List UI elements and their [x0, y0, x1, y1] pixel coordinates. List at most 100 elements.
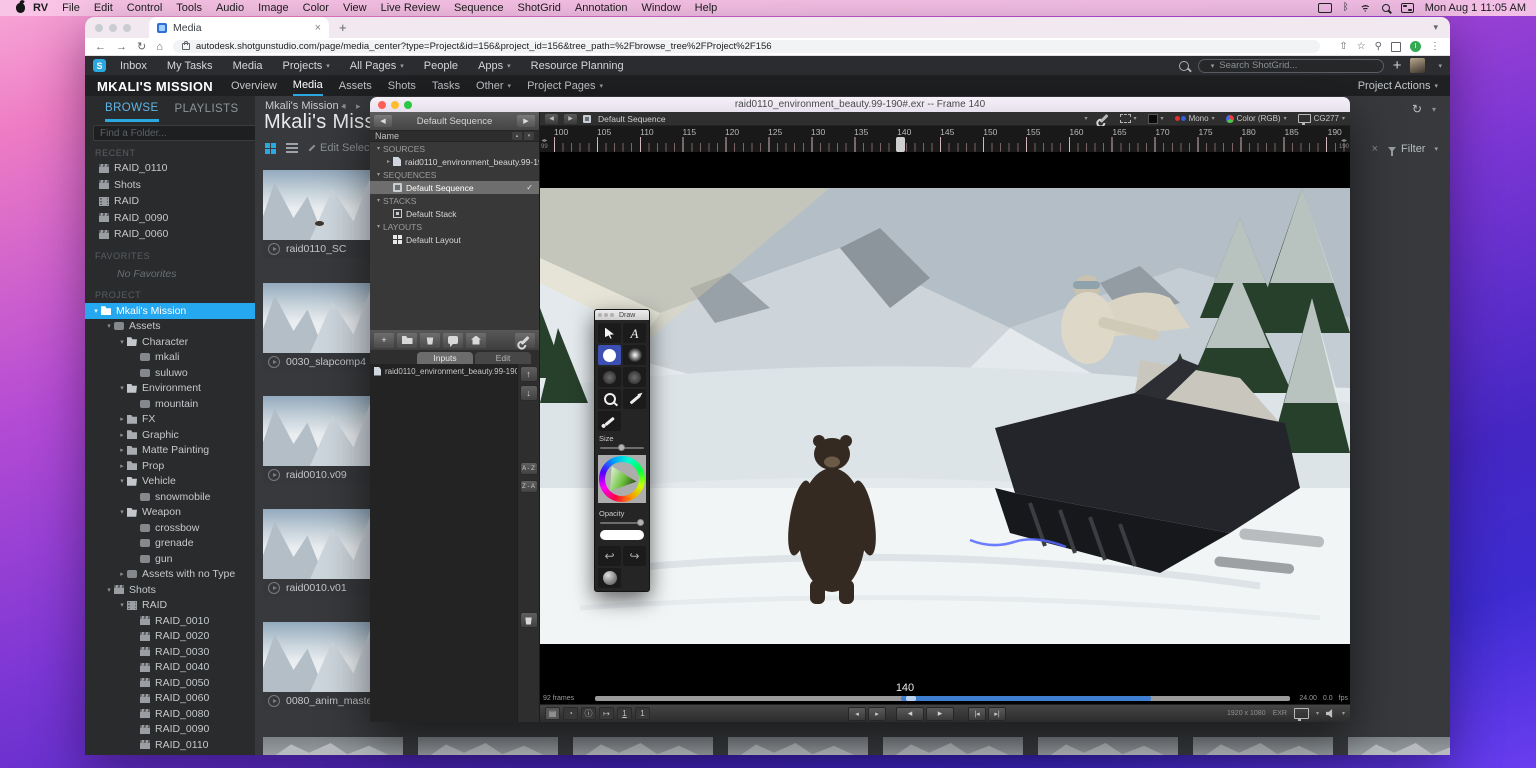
tree-item-mkali-s-mission[interactable]: ▾ Mkali's Mission: [85, 303, 255, 319]
refresh-chevron-icon[interactable]: ▾: [1432, 105, 1436, 114]
refresh-icon[interactable]: ↻: [1412, 102, 1422, 116]
tab-edit[interactable]: Edit: [475, 352, 531, 364]
move-down-button[interactable]: ↓: [519, 385, 538, 401]
tree-item-environment[interactable]: ▾ Environment: [85, 381, 255, 397]
side-panel-icon[interactable]: [1391, 41, 1401, 52]
eraser-tool[interactable]: [623, 389, 646, 409]
list-view-icon[interactable]: [286, 143, 298, 153]
settings-button[interactable]: [515, 332, 535, 348]
hard-brush-tool[interactable]: [598, 345, 621, 365]
address-bar[interactable]: autodesk.shotgunstudio.com/page/media_ce…: [172, 40, 1321, 53]
play-backward-button[interactable]: ◂: [896, 706, 924, 721]
search-input[interactable]: ▾ Search ShotGrid...: [1197, 58, 1384, 73]
collapse-icon[interactable]: ▴: [512, 132, 522, 140]
control-center-icon[interactable]: [1400, 3, 1414, 13]
back-icon[interactable]: ←: [95, 41, 106, 53]
home-button[interactable]: [466, 332, 486, 348]
nav-my-tasks[interactable]: My Tasks: [167, 60, 213, 72]
media-item[interactable]: [1193, 737, 1333, 755]
tree-item-raid-0060[interactable]: RAID_0060: [85, 691, 255, 707]
media-item[interactable]: [263, 737, 403, 755]
channel-button[interactable]: Color (RGB) ▾: [1225, 114, 1287, 123]
draw-palette-titlebar[interactable]: Draw: [595, 310, 649, 320]
move-up-button[interactable]: ↑: [519, 366, 538, 382]
eyedropper-tool[interactable]: [598, 411, 621, 431]
remove-input-button[interactable]: [519, 612, 538, 628]
user-avatar[interactable]: [1410, 58, 1426, 73]
bluetooth-icon[interactable]: ᛒ: [1343, 3, 1349, 13]
close-tab-icon[interactable]: ×: [315, 22, 321, 34]
close-window-button[interactable]: [95, 23, 103, 32]
zoom-window-button[interactable]: [404, 100, 412, 109]
recent-item-raid-0110[interactable]: RAID_0110: [85, 160, 255, 177]
close-window-button[interactable]: [598, 313, 602, 317]
menu-live-review[interactable]: Live Review: [381, 2, 440, 14]
menu-shotgrid[interactable]: ShotGrid: [517, 2, 560, 14]
go-to-end-button[interactable]: ▸|: [988, 706, 1006, 721]
redo-button[interactable]: ↪: [623, 546, 646, 566]
media-item-raid0110-sc[interactable]: raid0110_SC: [263, 170, 375, 258]
reload-icon[interactable]: ↻: [137, 40, 146, 53]
timeline-toggle-button[interactable]: ▤: [545, 707, 560, 720]
sidebar-tab-browse[interactable]: BROWSE: [105, 96, 159, 122]
tree-item-raid-0010[interactable]: RAID_0010: [85, 613, 255, 629]
tree-item-raid-0090[interactable]: RAID_0090: [85, 722, 255, 738]
shotgrid-logo[interactable]: S: [93, 59, 106, 72]
tree-item-matte-painting[interactable]: ▸ Matte Painting: [85, 443, 255, 459]
nav-all-pages[interactable]: All Pages ▾: [350, 60, 404, 72]
media-item-0030-slapcomp4[interactable]: 0030_slapcomp4: [263, 283, 375, 371]
menu-color[interactable]: Color: [303, 2, 329, 14]
image-viewport[interactable]: [540, 152, 1350, 682]
project-tab-project-pages[interactable]: Project Pages ▾: [527, 76, 603, 96]
session-section-sources[interactable]: ▾ SOURCES: [370, 142, 539, 155]
new-folder-button[interactable]: [397, 332, 417, 348]
text-tool[interactable]: A: [623, 323, 646, 343]
tree-item-raid-0020[interactable]: RAID_0020: [85, 629, 255, 645]
tree-item-shots-with-no-sequence[interactable]: ▸Shots with no Sequence: [85, 753, 255, 755]
bookmark-star-icon[interactable]: ☆: [1357, 41, 1366, 52]
session-section-stacks[interactable]: ▾ STACKS: [370, 194, 539, 207]
expand-icon[interactable]: ▾: [524, 132, 534, 140]
tree-item-assets[interactable]: ▾ Assets: [85, 319, 255, 335]
project-tab-other[interactable]: Other ▾: [476, 76, 511, 96]
step-back-button[interactable]: ◂: [848, 706, 866, 721]
menu-audio[interactable]: Audio: [216, 2, 244, 14]
global-add-button[interactable]: +: [1393, 57, 1402, 74]
apple-menu-icon[interactable]: [16, 3, 25, 13]
media-item[interactable]: [418, 737, 558, 755]
recent-item-shots[interactable]: Shots: [85, 177, 255, 194]
tree-item-raid[interactable]: ▾ RAID: [85, 598, 255, 614]
add-source-button[interactable]: +: [374, 332, 394, 348]
stereo-mode-button[interactable]: Mono ▾: [1174, 114, 1215, 123]
tab-inputs[interactable]: Inputs: [417, 352, 473, 364]
project-tab-assets[interactable]: Assets: [339, 76, 372, 96]
extension-icon[interactable]: ⚲: [1375, 41, 1382, 52]
recent-item-raid-0060[interactable]: RAID_0060: [85, 226, 255, 243]
play-icon[interactable]: [268, 582, 280, 594]
recent-item-raid[interactable]: RAID: [85, 193, 255, 210]
tree-item-raid-0040[interactable]: RAID_0040: [85, 660, 255, 676]
browser-tab[interactable]: Media ×: [149, 17, 329, 38]
texture-brush-tool[interactable]: [623, 367, 646, 387]
color-wheel[interactable]: [598, 455, 646, 503]
opacity-slider-thumb[interactable]: [637, 519, 645, 526]
dodge-tool[interactable]: [598, 568, 621, 588]
select-tool[interactable]: [598, 323, 621, 343]
timeline-magnifier-button[interactable]: ◔: [563, 707, 578, 720]
tree-item-weapon[interactable]: ▾ Weapon: [85, 505, 255, 521]
wifi-icon[interactable]: [1359, 4, 1371, 12]
menu-image[interactable]: Image: [258, 2, 289, 14]
tree-item-raid-0080[interactable]: RAID_0080: [85, 706, 255, 722]
session-item-default-layout[interactable]: Default Layout: [370, 233, 539, 246]
session-item-default-sequence[interactable]: Default Sequence ✓: [370, 181, 539, 194]
tree-item-suluwo[interactable]: suluwo: [85, 365, 255, 381]
new-tab-button[interactable]: +: [339, 20, 347, 35]
tree-item-grenade[interactable]: grenade: [85, 536, 255, 552]
tools-wrench-icon[interactable]: [1098, 113, 1109, 124]
find-folder-input[interactable]: Find a Folder...: [93, 125, 255, 141]
profile-avatar[interactable]: I: [1410, 41, 1421, 52]
minimize-window-button[interactable]: [109, 23, 117, 32]
menu-annotation[interactable]: Annotation: [575, 2, 628, 14]
opacity-slider[interactable]: [600, 519, 645, 527]
menu-control[interactable]: Control: [127, 2, 162, 14]
